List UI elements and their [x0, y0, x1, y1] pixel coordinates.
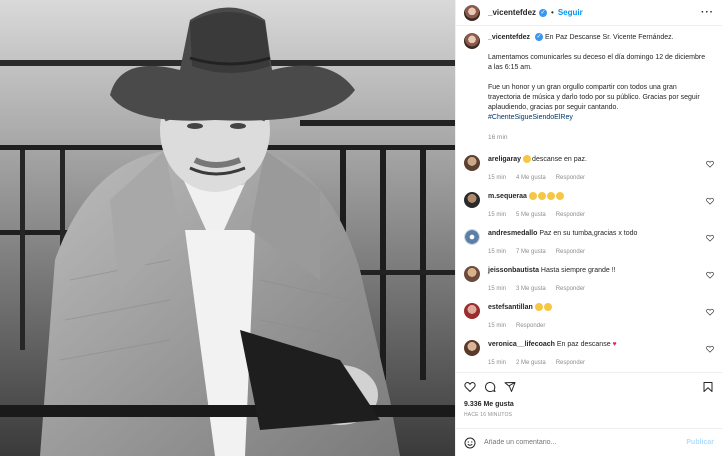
likes-count[interactable]: 9.336 Me gusta [464, 401, 714, 408]
comment-time: 15 min [488, 249, 507, 255]
post-footer: 9.336 Me gusta HACE 16 MINUTOS Publicar [456, 372, 722, 456]
comment-likes[interactable]: 4 Me gusta [516, 175, 546, 181]
emoji-icon [528, 192, 537, 201]
comment-username[interactable]: m.sequeraa [488, 193, 527, 200]
post-side-panel: _vicentefdez ✓ • Seguir ··· _vicentefdez… [455, 0, 722, 456]
comment-time: 15 min [488, 323, 507, 329]
comment-like-heart-icon[interactable] [706, 234, 714, 242]
emoji-icon [555, 192, 564, 201]
reply-button[interactable]: Responder [516, 323, 545, 329]
emoji-icon [546, 192, 555, 201]
caption-time: 16 min [488, 134, 508, 141]
avatar[interactable] [464, 4, 480, 21]
emoji-icon [534, 303, 543, 312]
reply-button[interactable]: Responder [556, 249, 585, 255]
follow-button[interactable]: Seguir [558, 8, 583, 17]
comment-text: descanse en paz. [532, 156, 587, 163]
more-icon[interactable]: ··· [701, 7, 714, 18]
post-caption: _vicentefdez ✓ En Paz Descanse Sr. Vicen… [464, 33, 714, 143]
emoji-icon [543, 303, 552, 312]
reply-button[interactable]: Responder [556, 360, 585, 366]
comment-username[interactable]: estefsantillan [488, 304, 533, 311]
caption-hashtag[interactable]: #ChenteSigueSiendoElRey [488, 113, 708, 123]
post-photo[interactable] [0, 0, 455, 456]
comment-likes[interactable]: 3 Me gusta [516, 286, 546, 292]
comment-time: 15 min [488, 175, 507, 181]
emoji-icon [537, 192, 546, 201]
reply-button[interactable]: Responder [556, 175, 585, 181]
comment-item: veronica__lifecoach En paz descanse ♥ 15… [464, 340, 714, 367]
comment-like-heart-icon[interactable] [706, 271, 714, 279]
comment-time: 15 min [488, 286, 507, 292]
comment-item: m.sequeraa 15 min 5 Me gusta Responder [464, 192, 714, 220]
comment-item: jeissonbautista Hasta siempre grande !! … [464, 266, 714, 294]
comment-username[interactable]: andresmedallo [488, 230, 537, 237]
comment-likes[interactable]: 7 Me gusta [516, 249, 546, 255]
caption-avatar[interactable] [464, 33, 480, 49]
add-comment-bar: Publicar [456, 428, 722, 456]
caption-username[interactable]: _vicentefdez [488, 34, 530, 41]
commenter-avatar[interactable] [464, 303, 480, 319]
reply-button[interactable]: Responder [556, 286, 585, 292]
commenter-avatar[interactable] [464, 229, 480, 245]
header-username[interactable]: _vicentefdez [488, 8, 536, 17]
verified-icon: ✓ [534, 33, 543, 42]
comment-time: 15 min [488, 212, 507, 218]
comment-username[interactable]: veronica__lifecoach [488, 341, 555, 348]
publish-button[interactable]: Publicar [686, 439, 714, 446]
comment-like-heart-icon[interactable] [706, 197, 714, 205]
commenter-avatar[interactable] [464, 340, 480, 356]
comment-item: estefsantillan 15 min Responder [464, 303, 714, 331]
comment-like-heart-icon[interactable] [706, 160, 714, 168]
caption-line1: En Paz Descanse Sr. Vicente Fernández. [544, 34, 674, 41]
comment-item: areligaray descanse en paz. 15 min 4 Me g… [464, 155, 714, 183]
bookmark-icon[interactable] [702, 381, 714, 393]
comment-text: Paz en su tumba,gracias x todo [539, 230, 638, 237]
comment-username[interactable]: areligaray [488, 156, 521, 163]
comment-like-heart-icon[interactable] [706, 308, 714, 316]
post-header: _vicentefdez ✓ • Seguir ··· [456, 0, 722, 26]
caption-paragraph-2: Fue un honor y un gran orgullo compartir… [488, 84, 700, 111]
reply-button[interactable]: Responder [556, 212, 585, 218]
heart-icon[interactable] [464, 381, 476, 393]
comment-like-heart-icon[interactable] [706, 345, 714, 353]
red-heart-emoji: ♥ [612, 341, 617, 348]
verified-icon: ✓ [539, 8, 548, 17]
comment-text: Hasta siempre grande !! [540, 267, 616, 274]
post-image [0, 0, 455, 456]
comment-icon[interactable] [484, 381, 496, 393]
caption-paragraph-1: Lamentamos comunicarles su deceso el día… [488, 54, 706, 71]
comment-text: En paz descanse [556, 341, 611, 348]
comment-likes[interactable]: 2 Me gusta [516, 360, 546, 366]
action-bar [464, 373, 714, 401]
commenter-avatar[interactable] [464, 192, 480, 208]
separator: • [551, 8, 554, 17]
comments-list[interactable]: _vicentefdez ✓ En Paz Descanse Sr. Vicen… [456, 27, 722, 367]
commenter-avatar[interactable] [464, 155, 480, 171]
comment-input[interactable] [484, 439, 687, 446]
comment-likes[interactable]: 5 Me gusta [516, 212, 546, 218]
comment-item: andresmedallo Paz en su tumba,gracias x … [464, 229, 714, 257]
emoji-icon[interactable] [464, 437, 476, 449]
emoji-icon [523, 155, 532, 164]
post-time-ago: HACE 16 MINUTOS [464, 412, 513, 418]
comment-time: 15 min [488, 360, 507, 366]
share-icon[interactable] [504, 381, 516, 393]
commenter-avatar[interactable] [464, 266, 480, 282]
comment-username[interactable]: jeissonbautista [488, 267, 539, 274]
